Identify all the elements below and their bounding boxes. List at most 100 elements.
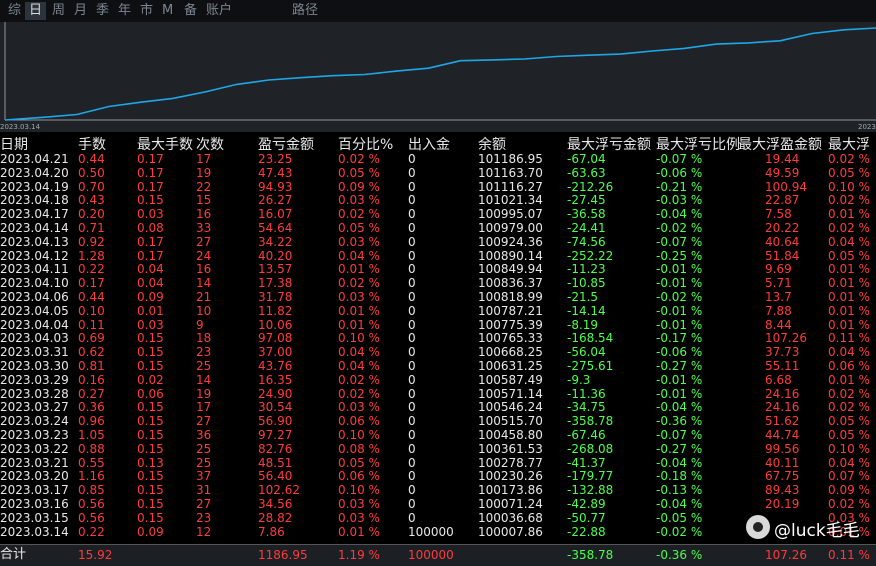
table-row[interactable]: 2023.04.05 0.10 0.01 10 11.82 0.01 % 0 100787.2… bbox=[0, 303, 876, 319]
tab-summary[interactable]: 综 bbox=[8, 2, 21, 20]
tab-notes[interactable]: 备 bbox=[184, 2, 197, 20]
table-row[interactable]: 2023.03.29 0.16 0.02 14 16.35 0.02 % 0 100587.4… bbox=[0, 372, 876, 388]
column-header[interactable]: 手数 bbox=[78, 137, 106, 153]
table-cell: 17 bbox=[196, 400, 212, 415]
table-row[interactable]: 2023.04.04 0.11 0.03 9 10.06 0.01 % 0 100775.39… bbox=[0, 317, 876, 333]
table-cell: -0.25 % bbox=[656, 248, 703, 263]
tab-monthly[interactable]: 月 bbox=[74, 2, 87, 20]
table-cell: 56.90 bbox=[258, 414, 293, 429]
tab-path[interactable]: 路径 bbox=[292, 2, 318, 20]
column-header[interactable]: 最大浮盈金额 bbox=[738, 137, 822, 153]
table-cell: 19 bbox=[196, 165, 212, 180]
table-row[interactable]: 2023.03.20 1.16 0.15 37 56.40 0.06 % 0 100230.2… bbox=[0, 470, 876, 484]
table-row[interactable]: 2023.03.30 0.81 0.15 25 43.76 0.04 % 0 100631.2… bbox=[0, 359, 876, 374]
table-cell: -275.61 bbox=[567, 359, 614, 373]
table-row[interactable]: 2023.04.13 0.92 0.17 27 34.22 0.03 % 0 100924.3… bbox=[0, 234, 876, 250]
column-header[interactable]: 百分比% bbox=[338, 137, 393, 153]
tab-quarterly[interactable]: 季 bbox=[96, 2, 109, 20]
table-row[interactable]: 2023.04.11 0.22 0.04 16 13.57 0.01 % 0 100849.9… bbox=[0, 263, 876, 277]
table-row[interactable]: 2023.04.10 0.17 0.04 14 17.38 0.02 % 0 100836.3… bbox=[0, 276, 876, 291]
table-cell: 49.59 bbox=[765, 165, 800, 180]
table-cell: 0.02 bbox=[137, 372, 164, 387]
table-row[interactable]: 2023.03.16 0.56 0.15 27 34.56 0.03 % 0 100071.2… bbox=[0, 497, 876, 512]
table-row[interactable]: 2023.04.12 1.28 0.17 24 40.20 0.04 % 0 100890.1… bbox=[0, 248, 876, 264]
table-row[interactable]: 2023.04.06 0.44 0.09 21 31.78 0.03 % 0 100818.9… bbox=[0, 290, 876, 305]
table-row[interactable]: 2023.04.03 0.69 0.15 18 97.08 0.10 % 0 100765.3… bbox=[0, 332, 876, 346]
table-cell: -0.07 % bbox=[656, 234, 703, 249]
table-cell: 0.06 % bbox=[338, 469, 380, 484]
table-cell: 0.09 bbox=[137, 524, 164, 539]
table-cell: 37.73 bbox=[765, 345, 800, 360]
table-cell: 100924.36 bbox=[478, 234, 543, 249]
table-cell: 0.02 % bbox=[828, 400, 870, 415]
tab-account[interactable]: 账户 bbox=[206, 2, 232, 20]
table-row[interactable]: 2023.03.17 0.85 0.15 31 102.62 0.10 % 0 100173.… bbox=[0, 483, 876, 498]
table-row[interactable]: 2023.04.18 0.43 0.15 15 26.27 0.03 % 0 101021.3… bbox=[0, 194, 876, 208]
table-cell: 0 bbox=[408, 469, 416, 484]
table-cell: 2023.04.03 bbox=[0, 331, 69, 346]
table-cell: 0.11 % bbox=[828, 331, 870, 346]
table-cell: 30.54 bbox=[258, 400, 293, 415]
column-header[interactable]: 次数 bbox=[196, 137, 224, 153]
watermark: @luck毛毛 bbox=[738, 512, 876, 542]
column-header[interactable]: 日期 bbox=[0, 137, 28, 153]
table-cell: 0.15 bbox=[137, 483, 164, 498]
column-header[interactable]: 出入金 bbox=[408, 137, 450, 153]
tab-weekly[interactable]: 周 bbox=[52, 2, 65, 20]
table-cell: 0.15 bbox=[137, 428, 164, 442]
table-cell: 100849.94 bbox=[478, 262, 543, 277]
table-cell: 25 bbox=[196, 455, 212, 470]
column-header[interactable]: 最大手数 bbox=[137, 137, 193, 153]
table-cell: 0.03 bbox=[137, 207, 164, 222]
table-cell: 31.78 bbox=[258, 290, 293, 304]
table-row[interactable]: 2023.04.20 0.50 0.17 19 47.43 0.05 % 0 101163.7… bbox=[0, 165, 876, 181]
table-cell: 0.10 % bbox=[338, 428, 380, 442]
column-header[interactable]: 盈亏金额 bbox=[258, 137, 314, 153]
table-cell: 0.04 bbox=[137, 276, 164, 291]
table-cell: 2023.03.20 bbox=[0, 469, 69, 484]
tab-yearly[interactable]: 年 bbox=[118, 2, 131, 20]
table-cell: 101021.34 bbox=[478, 193, 543, 208]
column-header[interactable]: 最大浮亏比例 bbox=[656, 137, 740, 153]
table-row[interactable]: 2023.04.19 0.70 0.17 22 94.93 0.09 % 0 101116.2… bbox=[0, 179, 876, 195]
table-row[interactable]: 2023.04.21 0.44 0.17 17 23.25 0.02 % 0 101186.9… bbox=[0, 152, 876, 167]
table-row[interactable]: 2023.03.28 0.27 0.06 19 24.90 0.02 % 0 100571.1… bbox=[0, 386, 876, 402]
table-cell: 0 bbox=[408, 428, 416, 442]
table-cell: 0.55 bbox=[78, 455, 105, 470]
tab-market[interactable]: 市 bbox=[140, 2, 153, 20]
table-row[interactable]: 2023.03.31 0.62 0.15 23 37.00 0.04 % 0 100668.2… bbox=[0, 345, 876, 360]
table-cell: 26.27 bbox=[258, 193, 293, 208]
table-cell: 67.75 bbox=[765, 469, 800, 484]
table-cell: 0.17 bbox=[137, 179, 164, 194]
column-header[interactable]: 余额 bbox=[478, 137, 506, 153]
table-cell: 0.56 bbox=[78, 497, 105, 511]
table-cell: 0.96 bbox=[78, 414, 105, 429]
table-cell: 0 bbox=[408, 221, 416, 235]
table-cell: 0.17 bbox=[137, 234, 164, 249]
column-header[interactable]: 最大浮 bbox=[828, 137, 870, 153]
tab-daily[interactable]: 日 bbox=[25, 2, 47, 20]
table-cell: 2023.03.21 bbox=[0, 455, 69, 470]
table-row[interactable]: 2023.04.17 0.20 0.03 16 16.07 0.02 % 0 100995.0… bbox=[0, 207, 876, 222]
table-row[interactable]: 2023.03.23 1.05 0.15 36 97.27 0.10 % 0 100458.8… bbox=[0, 428, 876, 443]
table-cell: 0 bbox=[408, 179, 416, 194]
table-cell: 0.27 bbox=[78, 386, 105, 401]
tab-m[interactable]: M bbox=[162, 2, 173, 20]
table-row[interactable]: 2023.03.24 0.96 0.15 27 56.90 0.06 % 0 100515.7… bbox=[0, 414, 876, 429]
table-row[interactable]: 2023.03.21 0.55 0.13 25 48.51 0.05 % 0 100278.7… bbox=[0, 455, 876, 471]
table-cell: 100071.24 bbox=[478, 497, 543, 511]
table-row[interactable]: 2023.03.22 0.88 0.15 25 82.76 0.08 % 0 100361.5… bbox=[0, 441, 876, 457]
table-cell: 100668.25 bbox=[478, 345, 543, 360]
table-cell: 2023.03.23 bbox=[0, 428, 69, 442]
table-cell: -0.04 % bbox=[656, 207, 703, 222]
table-cell: 100361.53 bbox=[478, 441, 543, 456]
table-row[interactable]: 2023.03.27 0.36 0.15 17 30.54 0.03 % 0 100546.2… bbox=[0, 401, 876, 415]
table-cell: 0.09 % bbox=[828, 483, 870, 498]
table-cell: 0.05 % bbox=[338, 165, 380, 180]
table-cell: 2023.04.04 bbox=[0, 317, 69, 332]
total-max-floating-profit: 107.26 bbox=[765, 548, 807, 562]
table-cell: -168.54 bbox=[567, 331, 614, 346]
table-row[interactable]: 2023.04.14 0.71 0.08 33 54.64 0.05 % 0 100979.0… bbox=[0, 221, 876, 236]
column-header[interactable]: 最大浮亏金额 bbox=[567, 137, 651, 153]
table-cell: 0 bbox=[408, 303, 416, 318]
